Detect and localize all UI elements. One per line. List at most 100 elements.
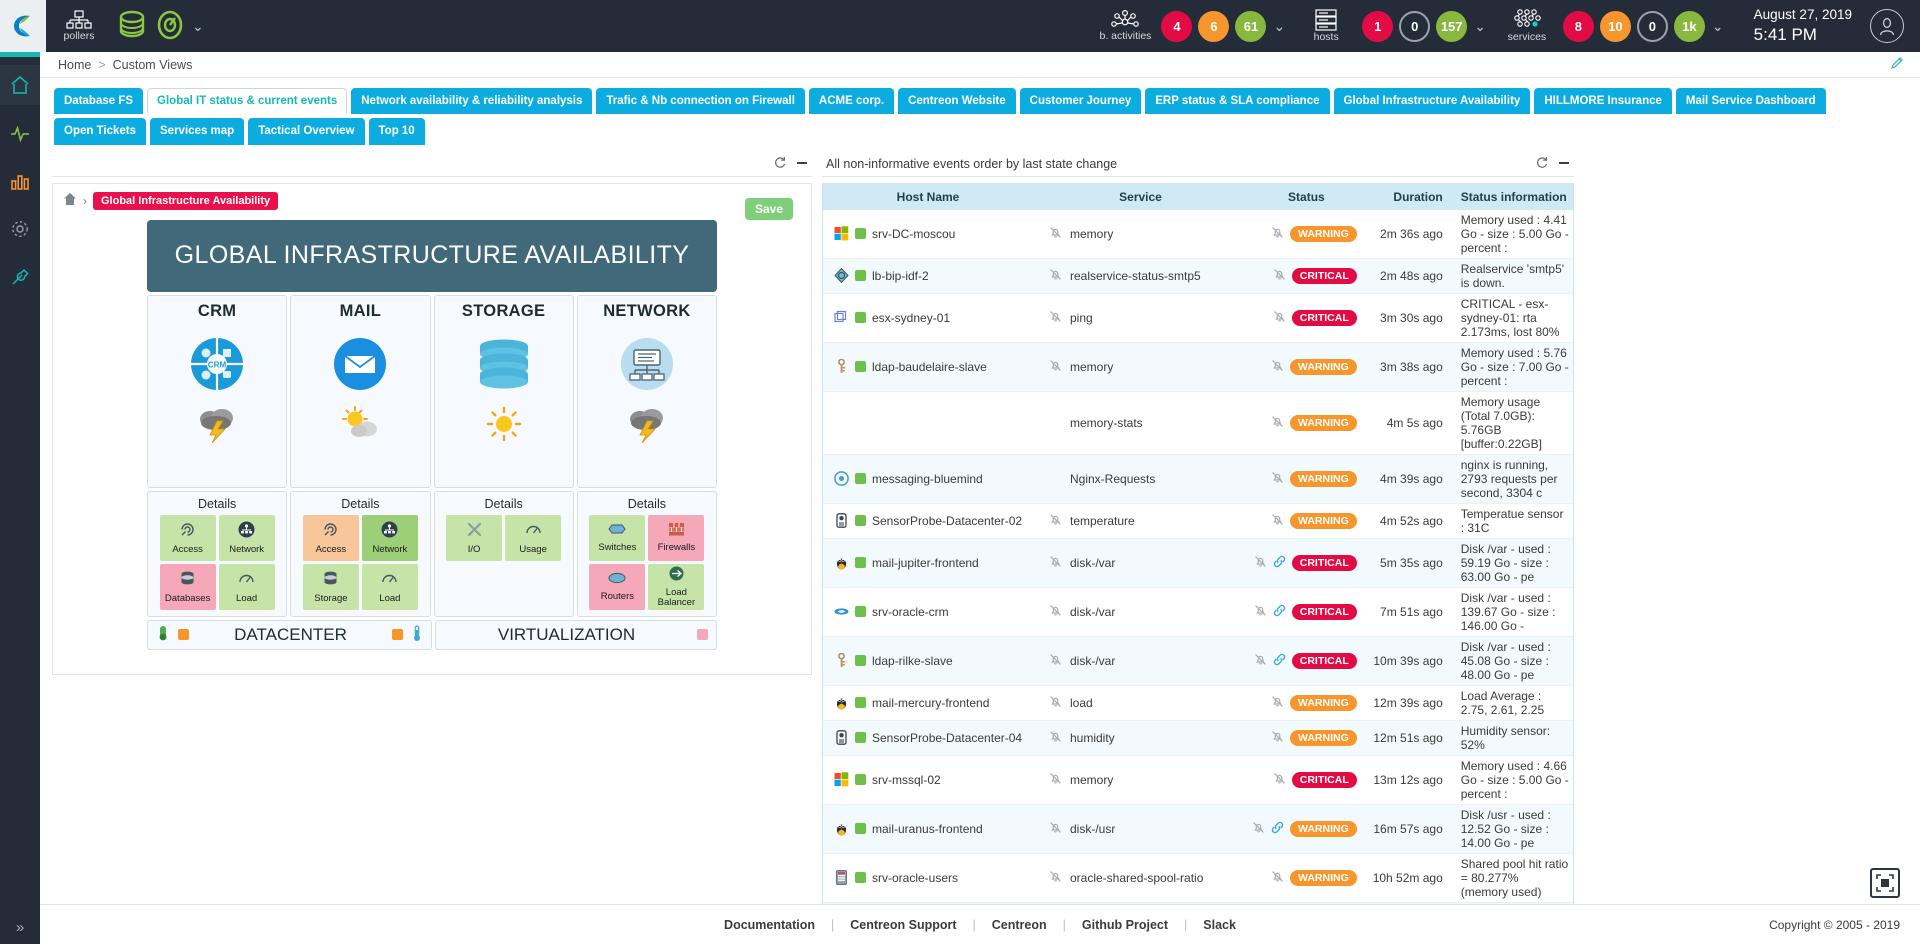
notification-muted-icon[interactable] bbox=[1049, 772, 1062, 788]
pollers-chevron-down-icon[interactable]: ⌄ bbox=[192, 18, 204, 35]
tile-mail-network[interactable]: Network bbox=[362, 515, 418, 561]
cell-host-name[interactable]: mail-jupiter-frontend bbox=[823, 538, 1033, 587]
services-warning-count[interactable]: 10 bbox=[1600, 11, 1631, 42]
column-header-service[interactable]: Service bbox=[1033, 184, 1248, 210]
tile-mail-storage[interactable]: Storage bbox=[303, 564, 359, 610]
tile-mail-access[interactable]: Access bbox=[303, 515, 359, 561]
service-cell-network[interactable]: NETWORK bbox=[577, 295, 717, 488]
pencil-icon[interactable] bbox=[1890, 56, 1904, 73]
cell-host-name[interactable]: ldap-rilke-slave bbox=[823, 636, 1033, 685]
map-home-icon[interactable] bbox=[63, 192, 77, 209]
tab-tactical-overview[interactable]: Tactical Overview bbox=[248, 118, 364, 144]
cell-host-name[interactable]: esx-sydney-01 bbox=[823, 293, 1033, 342]
tab-services-map[interactable]: Services map bbox=[150, 118, 244, 144]
services-ok-count[interactable]: 1k bbox=[1674, 11, 1705, 42]
notification-muted-icon[interactable] bbox=[1049, 730, 1062, 746]
notification-muted-icon[interactable] bbox=[1271, 415, 1284, 431]
link-icon[interactable] bbox=[1273, 653, 1286, 669]
cell-host-name[interactable]: SensorProbe-Datacenter-02 bbox=[823, 503, 1033, 538]
notification-muted-icon[interactable] bbox=[1271, 359, 1284, 375]
table-row[interactable]: messaging-bluemindNginx-RequestsWARNING4… bbox=[823, 454, 1573, 503]
cell-service[interactable]: memory bbox=[1033, 342, 1248, 391]
column-header-host-name[interactable]: Host Name bbox=[823, 184, 1033, 210]
notification-muted-icon[interactable] bbox=[1271, 471, 1284, 487]
table-row[interactable]: esx-sydney-01pingCRITICAL3m 30s agoCRITI… bbox=[823, 293, 1573, 342]
table-row[interactable]: srv-mssql-02memoryCRITICAL13m 12s agoMem… bbox=[823, 755, 1573, 804]
cell-host-name[interactable]: mail-uranus-frontend bbox=[823, 804, 1033, 853]
tile-crm-databases[interactable]: Databases bbox=[160, 564, 216, 610]
sidebar-item-configuration[interactable] bbox=[0, 209, 40, 249]
cell-host-name[interactable]: srv-oracle-crm bbox=[823, 587, 1033, 636]
tab-network-availability[interactable]: Network availability & reliability analy… bbox=[351, 88, 592, 114]
cell-service[interactable]: disk-/var bbox=[1033, 587, 1248, 636]
cell-host-name[interactable]: mail-mercury-frontend bbox=[823, 685, 1033, 720]
service-cell-storage[interactable]: STORAGE bbox=[434, 295, 574, 488]
cell-service[interactable]: disk-/var bbox=[1033, 636, 1248, 685]
pollers-group[interactable]: pollers ⌄ bbox=[46, 0, 212, 52]
notification-muted-icon[interactable] bbox=[1049, 513, 1062, 529]
save-button[interactable]: Save bbox=[745, 198, 793, 220]
tab-database-fs[interactable]: Database FS bbox=[54, 88, 143, 114]
refresh-icon[interactable] bbox=[774, 156, 786, 172]
tile-storage-io[interactable]: I/O bbox=[446, 515, 502, 561]
cell-host-name[interactable]: messaging-bluemind bbox=[823, 454, 1033, 503]
notification-muted-icon[interactable] bbox=[1254, 604, 1267, 620]
services-critical-count[interactable]: 8 bbox=[1563, 11, 1594, 42]
tile-network-switches[interactable]: Switches bbox=[589, 515, 645, 561]
notification-muted-icon[interactable] bbox=[1273, 772, 1286, 788]
map-breadcrumb-pill[interactable]: Global Infrastructure Availability bbox=[93, 192, 278, 210]
sidebar-item-administration[interactable] bbox=[0, 257, 40, 297]
minimize-icon[interactable] bbox=[1558, 157, 1570, 172]
table-row[interactable]: memory-statsWARNING4m 5s agoMemory usage… bbox=[823, 391, 1573, 454]
cell-service[interactable]: memory bbox=[1033, 210, 1248, 259]
column-header-duration[interactable]: Duration bbox=[1365, 184, 1453, 210]
notification-muted-icon[interactable] bbox=[1049, 268, 1062, 284]
ba-ok-count[interactable]: 61 bbox=[1235, 11, 1266, 42]
screenshot-icon[interactable] bbox=[1870, 868, 1900, 898]
link-icon[interactable] bbox=[1273, 604, 1286, 620]
notification-muted-icon[interactable] bbox=[1049, 870, 1062, 886]
tab-open-tickets[interactable]: Open Tickets bbox=[54, 118, 146, 144]
table-row[interactable]: srv-oracle-usersoracle-shared-spool-rati… bbox=[823, 853, 1573, 902]
hosts-unknown-count[interactable]: 0 bbox=[1399, 11, 1430, 42]
tab-centreon-website[interactable]: Centreon Website bbox=[898, 88, 1016, 114]
cell-host-name[interactable]: SensorProbe-Datacenter-04 bbox=[823, 720, 1033, 755]
tile-mail-load[interactable]: Load bbox=[362, 564, 418, 610]
table-row[interactable]: lb-bip-idf-2realservice-status-smtp5CRIT… bbox=[823, 258, 1573, 293]
footer-link-slack[interactable]: Slack bbox=[1203, 918, 1236, 932]
zone-datacenter[interactable]: DATACENTER bbox=[147, 620, 432, 650]
sidebar-item-reporting[interactable] bbox=[0, 161, 40, 201]
notification-muted-icon[interactable] bbox=[1049, 821, 1062, 837]
notification-muted-icon[interactable] bbox=[1049, 695, 1062, 711]
cell-service[interactable]: ping bbox=[1033, 293, 1248, 342]
table-row[interactable]: srv-DC-moscoumemoryWARNING2m 36s agoMemo… bbox=[823, 210, 1573, 259]
tab-top-10[interactable]: Top 10 bbox=[369, 118, 425, 144]
table-row[interactable]: mail-mercury-frontendloadWARNING12m 39s … bbox=[823, 685, 1573, 720]
notification-muted-icon[interactable] bbox=[1271, 226, 1284, 242]
cell-host-name[interactable]: srv-mssql-02 bbox=[823, 755, 1033, 804]
notification-muted-icon[interactable] bbox=[1271, 513, 1284, 529]
notification-muted-icon[interactable] bbox=[1271, 695, 1284, 711]
sidebar-expand-button[interactable]: » bbox=[0, 919, 40, 936]
table-row[interactable]: ldap-rilke-slavedisk-/varCRITICAL10m 39s… bbox=[823, 636, 1573, 685]
cell-service[interactable]: load bbox=[1033, 685, 1248, 720]
tile-crm-network[interactable]: Network bbox=[219, 515, 275, 561]
notification-muted-icon[interactable] bbox=[1271, 870, 1284, 886]
service-cell-mail[interactable]: MAIL bbox=[290, 295, 430, 488]
tab-customer-journey[interactable]: Customer Journey bbox=[1020, 88, 1142, 114]
tab-hillmore-insurance[interactable]: HILLMORE Insurance bbox=[1534, 88, 1672, 114]
ba-critical-count[interactable]: 4 bbox=[1161, 11, 1192, 42]
column-header-status[interactable]: Status bbox=[1248, 184, 1365, 210]
tile-network-routers[interactable]: Routers bbox=[589, 564, 645, 610]
notification-muted-icon[interactable] bbox=[1049, 310, 1062, 326]
engine-gauge-icon[interactable] bbox=[156, 10, 184, 43]
minimize-icon[interactable] bbox=[796, 157, 808, 172]
hosts-critical-count[interactable]: 1 bbox=[1362, 11, 1393, 42]
footer-link-centreon[interactable]: Centreon bbox=[992, 918, 1047, 932]
cell-service[interactable]: memory-stats bbox=[1033, 391, 1248, 454]
tile-crm-load[interactable]: Load bbox=[219, 564, 275, 610]
table-row[interactable]: SensorProbe-Datacenter-02temperatureWARN… bbox=[823, 503, 1573, 538]
tab-trafic-firewall[interactable]: Trafic & Nb connection on Firewall bbox=[596, 88, 805, 114]
cell-service[interactable]: temperature bbox=[1033, 503, 1248, 538]
tab-acme-corp[interactable]: ACME corp. bbox=[809, 88, 894, 114]
